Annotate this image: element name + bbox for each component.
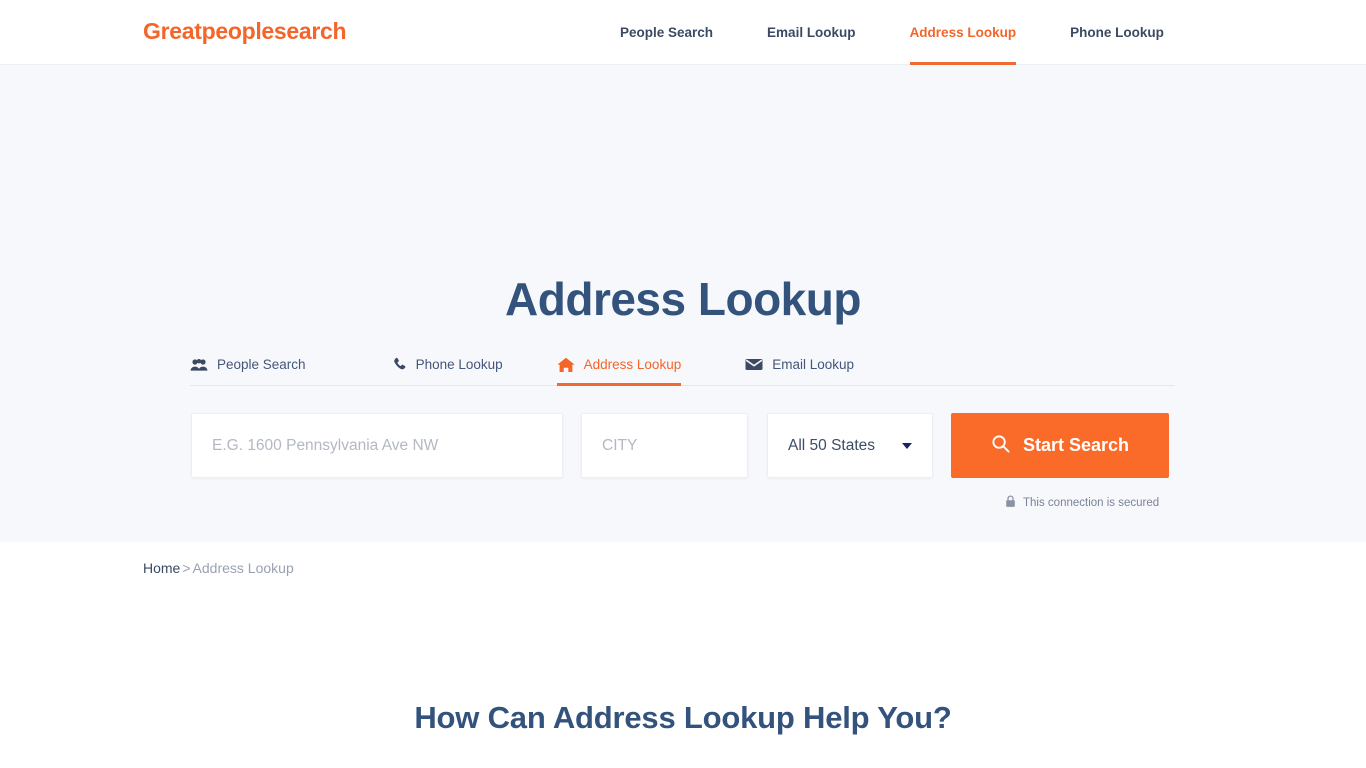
start-search-button[interactable]: Start Search [951, 413, 1169, 478]
nav-label: Phone Lookup [1070, 25, 1164, 40]
page-title: Address Lookup [505, 272, 861, 325]
home-icon [557, 357, 575, 373]
breadcrumb-current: Address Lookup [192, 560, 294, 576]
address-input[interactable]: E.G. 1600 Pennsylvania Ave NW [191, 413, 563, 478]
hero-section: Address Lookup People Search Phone Looku… [0, 65, 1366, 542]
breadcrumb-separator: > [182, 560, 191, 576]
site-header: Greatpeoplesearch People Search Email Lo… [0, 0, 1366, 65]
nav-item-phone-lookup[interactable]: Phone Lookup [1070, 0, 1164, 65]
magnifier-icon [991, 434, 1010, 458]
state-select[interactable]: All 50 States [767, 413, 933, 478]
secure-connection-note: This connection is secured [1005, 495, 1159, 511]
tab-people-search[interactable]: People Search [190, 350, 306, 385]
tab-label: Address Lookup [583, 357, 682, 372]
users-icon [190, 358, 208, 372]
envelope-icon [745, 358, 763, 371]
secure-connection-text: This connection is secured [1023, 497, 1160, 509]
help-section-title: How Can Address Lookup Help You? [414, 699, 952, 735]
city-input-placeholder: CITY [602, 436, 638, 454]
nav-label: People Search [620, 25, 714, 40]
tab-email-lookup[interactable]: Email Lookup [745, 350, 854, 385]
tab-label: Phone Lookup [415, 357, 503, 372]
search-type-tabs: People Search Phone Lookup Address Looku… [190, 350, 1175, 386]
lock-icon [1005, 495, 1016, 511]
tab-address-lookup[interactable]: Address Lookup [556, 350, 682, 386]
breadcrumb: Home > Address Lookup [143, 560, 294, 576]
address-input-placeholder: E.G. 1600 Pennsylvania Ave NW [212, 436, 439, 454]
nav-item-address-lookup[interactable]: Address Lookup [909, 0, 1017, 65]
breadcrumb-home-link[interactable]: Home [143, 560, 180, 576]
address-search-form: E.G. 1600 Pennsylvania Ave NW CITY All 5… [191, 413, 1169, 478]
site-logo[interactable]: Greatpeoplesearch [143, 18, 347, 45]
tab-phone-lookup[interactable]: Phone Lookup [392, 350, 503, 385]
main-navigation: People Search Email Lookup Address Looku… [620, 0, 1164, 65]
tab-label: People Search [217, 357, 306, 372]
chevron-down-icon [902, 442, 912, 449]
tab-label: Email Lookup [772, 357, 855, 372]
nav-label: Email Lookup [767, 25, 856, 40]
state-select-value: All 50 States [788, 436, 876, 454]
nav-item-email-lookup[interactable]: Email Lookup [767, 0, 856, 65]
nav-item-people-search[interactable]: People Search [620, 0, 713, 65]
phone-icon [392, 357, 407, 372]
city-input[interactable]: CITY [581, 413, 748, 478]
nav-label: Address Lookup [909, 25, 1017, 40]
start-search-label: Start Search [1022, 435, 1130, 455]
